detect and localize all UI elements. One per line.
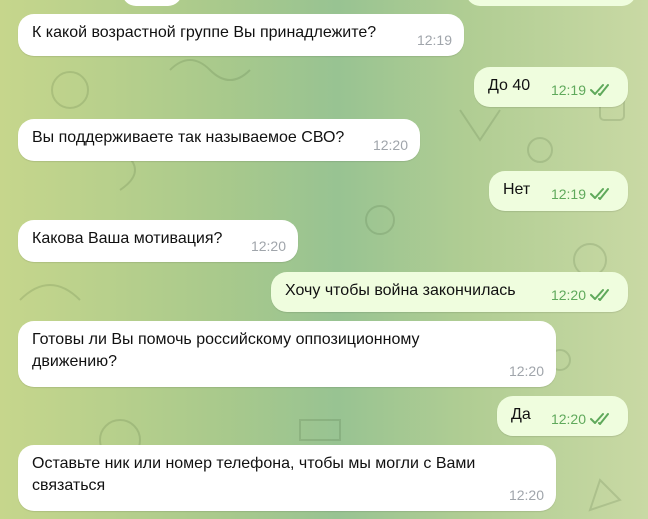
incoming-message-bubble[interactable]: Какова Ваша мотивация? 12:20 xyxy=(18,220,298,262)
message-time: 12:20 xyxy=(372,137,408,153)
message-time: 12:20 xyxy=(550,287,586,303)
message-list[interactable]: К какой возрастной группе Вы принадлежит… xyxy=(0,0,648,519)
double-check-icon xyxy=(590,289,609,301)
message-time: 12:20 xyxy=(508,363,544,379)
message-text: Нет xyxy=(503,181,531,198)
outgoing-message-bubble[interactable]: Хочу чтобы война закончилась 12:20 xyxy=(271,272,628,312)
message-time: 12:19 xyxy=(416,32,452,48)
incoming-message-bubble[interactable]: Оставьте ник или номер телефона, чтобы м… xyxy=(18,445,556,511)
message-text: Готовы ли Вы помочь российскому оппозици… xyxy=(32,331,420,370)
outgoing-message-bubble[interactable]: До 40 12:19 xyxy=(474,67,628,107)
chat-window: { "colors": { "incoming_bubble": "#fffff… xyxy=(0,0,648,519)
message-time: 12:20 xyxy=(508,487,544,503)
outgoing-message-bubble[interactable]: Да 12:20 xyxy=(497,396,628,436)
double-check-icon xyxy=(590,84,609,96)
message-text: Хочу чтобы война закончилась xyxy=(285,282,516,299)
message-time: 12:19 xyxy=(550,186,586,202)
message-time: 12:20 xyxy=(550,411,586,427)
message-text: Вы поддерживаете так называемое СВО? xyxy=(32,129,345,146)
incoming-message-bubble[interactable]: Готовы ли Вы помочь российскому оппозици… xyxy=(18,321,556,387)
message-text: Оставьте ник или номер телефона, чтобы м… xyxy=(32,455,476,494)
message-time: 12:20 xyxy=(250,238,286,254)
incoming-message-bubble[interactable]: К какой возрастной группе Вы принадлежит… xyxy=(18,14,464,56)
double-check-icon xyxy=(590,188,609,200)
double-check-icon xyxy=(590,413,609,425)
message-text: До 40 xyxy=(488,77,531,94)
message-text: К какой возрастной группе Вы принадлежит… xyxy=(32,24,377,41)
outgoing-message-bubble[interactable]: Нет 12:19 xyxy=(489,171,628,211)
previous-message-tail xyxy=(466,0,636,6)
message-text: Да xyxy=(511,406,531,423)
incoming-message-bubble[interactable]: Вы поддерживаете так называемое СВО? 12:… xyxy=(18,119,420,161)
message-time: 12:19 xyxy=(550,82,586,98)
previous-message-tail xyxy=(122,0,182,6)
message-text: Какова Ваша мотивация? xyxy=(32,230,223,247)
